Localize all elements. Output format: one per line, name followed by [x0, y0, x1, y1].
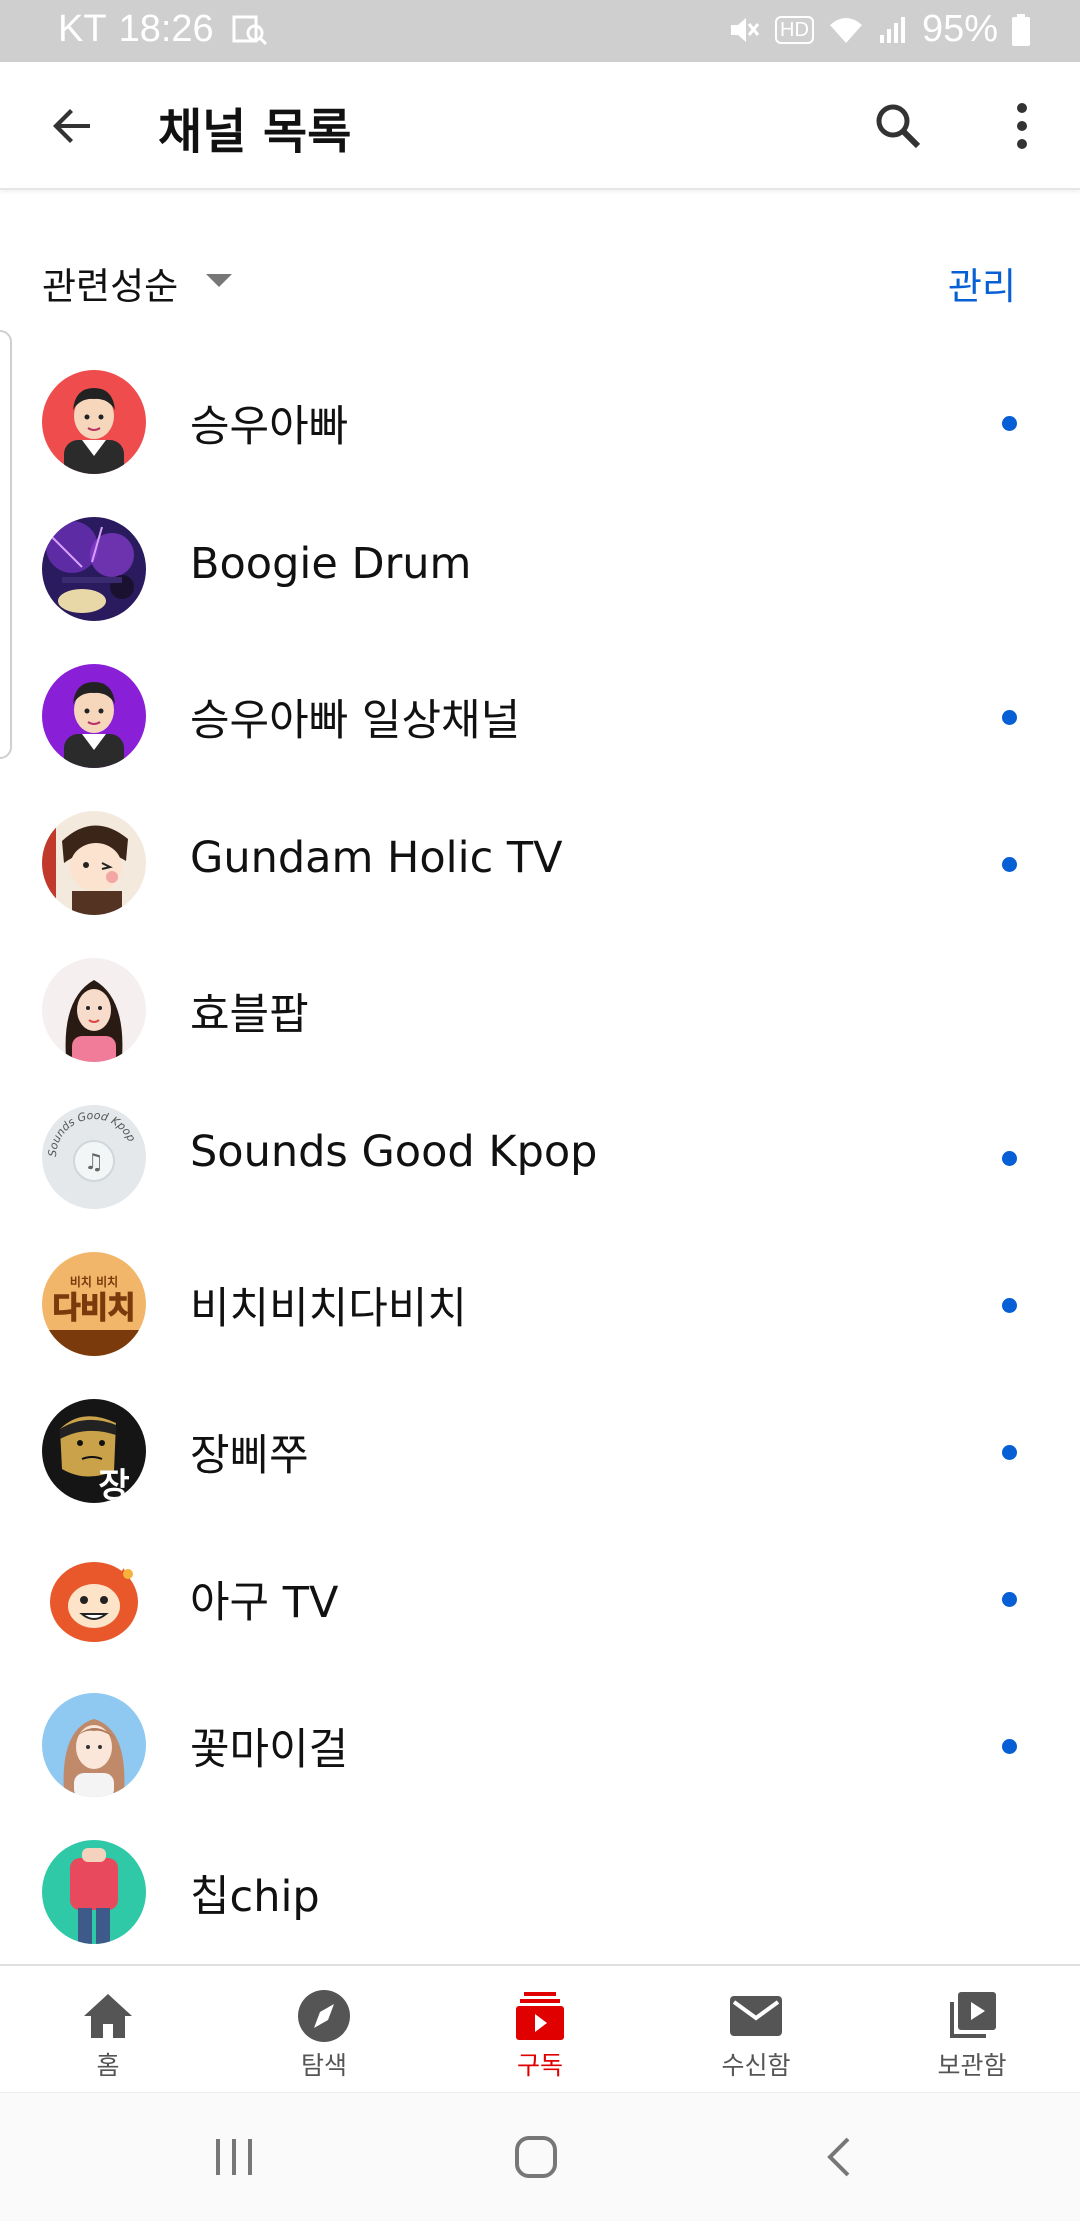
back-button[interactable] [44, 98, 100, 154]
bottom-navigation: 홈 탐색 구독 수신함 보관함 [0, 1964, 1080, 2094]
nav-label: 수신함 [721, 2051, 791, 2080]
system-navigation-bar [0, 2092, 1080, 2221]
manage-button[interactable]: 관리 [948, 256, 1016, 310]
svg-text:♫: ♫ [84, 1150, 104, 1175]
channel-row[interactable]: 승우아빠 일상채널 [0, 656, 1080, 803]
home-icon [84, 1994, 132, 2038]
channel-avatar: 장 [42, 1399, 146, 1503]
channel-name: 승우아빠 [190, 402, 349, 452]
signal-icon [878, 15, 908, 45]
channel-row[interactable]: 칩chip [0, 1832, 1080, 1979]
channel-avatar [42, 958, 146, 1062]
explore-icon [298, 1990, 350, 2042]
screenshot-search-icon [232, 13, 268, 47]
carrier-label: KT [58, 8, 107, 50]
new-content-dot [1002, 1151, 1017, 1166]
channel-name: Sounds Good Kpop [190, 1127, 598, 1177]
channel-avatar: 비치 비치다비치 [42, 1252, 146, 1356]
channel-name: Boogie Drum [190, 539, 472, 589]
channel-row[interactable]: Boogie Drum [0, 509, 1080, 656]
nav-label: 구독 [516, 2051, 563, 2080]
new-content-dot [1002, 1445, 1017, 1460]
channel-avatar [42, 517, 146, 621]
channel-row[interactable]: Gundam Holic TV [0, 803, 1080, 950]
channel-avatar [42, 1693, 146, 1797]
channel-name: 아구 TV [190, 1578, 339, 1628]
home-button[interactable] [512, 2133, 560, 2181]
avatar-big-text: 다비치 [53, 1291, 136, 1326]
new-content-dot [1002, 857, 1017, 872]
nav-home[interactable]: 홈 [0, 1966, 216, 2094]
channel-row[interactable]: 비치 비치다비치 비치비치다비치 [0, 1244, 1080, 1391]
channel-name: 장삐쭈 [190, 1431, 309, 1481]
more-options-button[interactable] [1000, 98, 1044, 154]
new-content-dot [1002, 1298, 1017, 1313]
sort-row: 관련성순 관리 [0, 240, 1080, 320]
subscriptions-icon [516, 1992, 564, 2040]
channel-name: 효블팝 [190, 990, 309, 1040]
channel-row[interactable]: 아구 TV [0, 1538, 1080, 1685]
search-button[interactable] [872, 100, 924, 152]
clock: 18:26 [118, 8, 214, 50]
avatar-small-text: 비치 비치 [70, 1274, 118, 1289]
nav-explore[interactable]: 탐색 [216, 1966, 432, 2094]
battery-icon [1012, 13, 1030, 46]
channel-row[interactable]: 승우아빠 [0, 362, 1080, 509]
inbox-icon [730, 1996, 782, 2036]
channel-row[interactable]: 장 장삐쭈 [0, 1391, 1080, 1538]
channel-avatar [42, 811, 146, 915]
wifi-icon [828, 15, 864, 45]
channel-row[interactable]: Sounds Good Kpop ♫ Sounds Good Kpop [0, 1097, 1080, 1244]
nav-label: 보관함 [937, 2051, 1007, 2080]
new-content-dot [1002, 1739, 1017, 1754]
channel-list: 승우아빠 Boogie Drum 승우아빠 일상채널 Gundam Holic … [0, 362, 1080, 1979]
arrow-back-icon [53, 109, 90, 143]
avatar-letter: 장 [98, 1466, 129, 1503]
new-content-dot [1002, 416, 1017, 431]
channel-row[interactable]: 효블팝 [0, 950, 1080, 1097]
channel-avatar [42, 1840, 146, 1944]
app-bar: 채널 목록 [0, 62, 1080, 190]
new-content-dot [1002, 1592, 1017, 1607]
sort-dropdown[interactable]: 관련성순 [42, 256, 178, 310]
more-vert-icon [1017, 103, 1027, 149]
channel-row[interactable]: 꽃마이걸 [0, 1685, 1080, 1832]
channel-avatar: Sounds Good Kpop ♫ [42, 1105, 146, 1209]
hd-badge: HD [775, 15, 814, 44]
nav-label: 탐색 [300, 2051, 347, 2080]
channel-avatar [42, 664, 146, 768]
channel-name: 칩chip [190, 1872, 320, 1922]
channel-avatar [42, 1546, 146, 1650]
nav-inbox[interactable]: 수신함 [648, 1966, 864, 2094]
channel-name: 비치비치다비치 [190, 1284, 467, 1334]
channel-avatar [42, 370, 146, 474]
nav-subscriptions[interactable]: 구독 [432, 1966, 648, 2094]
nav-library[interactable]: 보관함 [864, 1966, 1080, 2094]
channel-name: Gundam Holic TV [190, 833, 563, 883]
status-bar: KT 18:26 HD 95% [0, 0, 1080, 62]
library-icon [950, 1992, 996, 2038]
mute-icon [727, 13, 761, 47]
channel-name: 꽃마이걸 [190, 1725, 349, 1775]
channel-name: 승우아빠 일상채널 [190, 696, 521, 746]
system-back-button[interactable] [816, 2133, 864, 2181]
nav-label: 홈 [96, 2051, 120, 2080]
search-icon [876, 104, 921, 149]
page-title: 채널 목록 [158, 104, 352, 160]
dropdown-caret-icon[interactable] [206, 274, 232, 287]
recent-apps-button[interactable] [210, 2133, 258, 2181]
battery-percent: 95% [921, 8, 998, 50]
new-content-dot [1002, 710, 1017, 725]
